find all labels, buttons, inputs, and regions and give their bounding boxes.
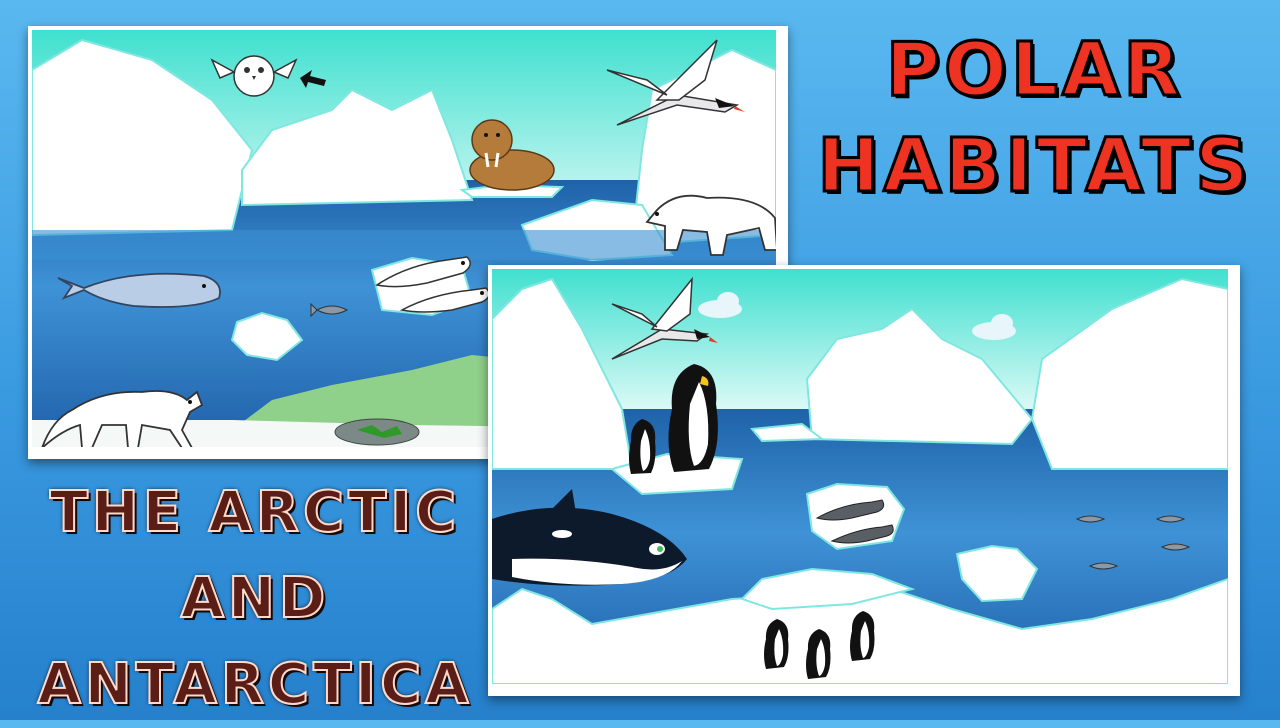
subtitle: THE ARCTIC AND ANTARCTICA xyxy=(20,470,490,728)
title-line-1: POLAR xyxy=(884,26,1185,115)
page-title: POLAR HABITATS xyxy=(800,22,1270,214)
title-line-2: HABITATS xyxy=(816,122,1253,211)
subtitle-line-2: AND xyxy=(180,565,330,632)
subtitle-line-3: ANTARCTICA xyxy=(36,651,473,718)
antarctic-scene-panel xyxy=(488,265,1240,696)
subtitle-line-1: THE ARCTIC xyxy=(49,479,461,546)
antarctic-scene xyxy=(492,269,1228,684)
